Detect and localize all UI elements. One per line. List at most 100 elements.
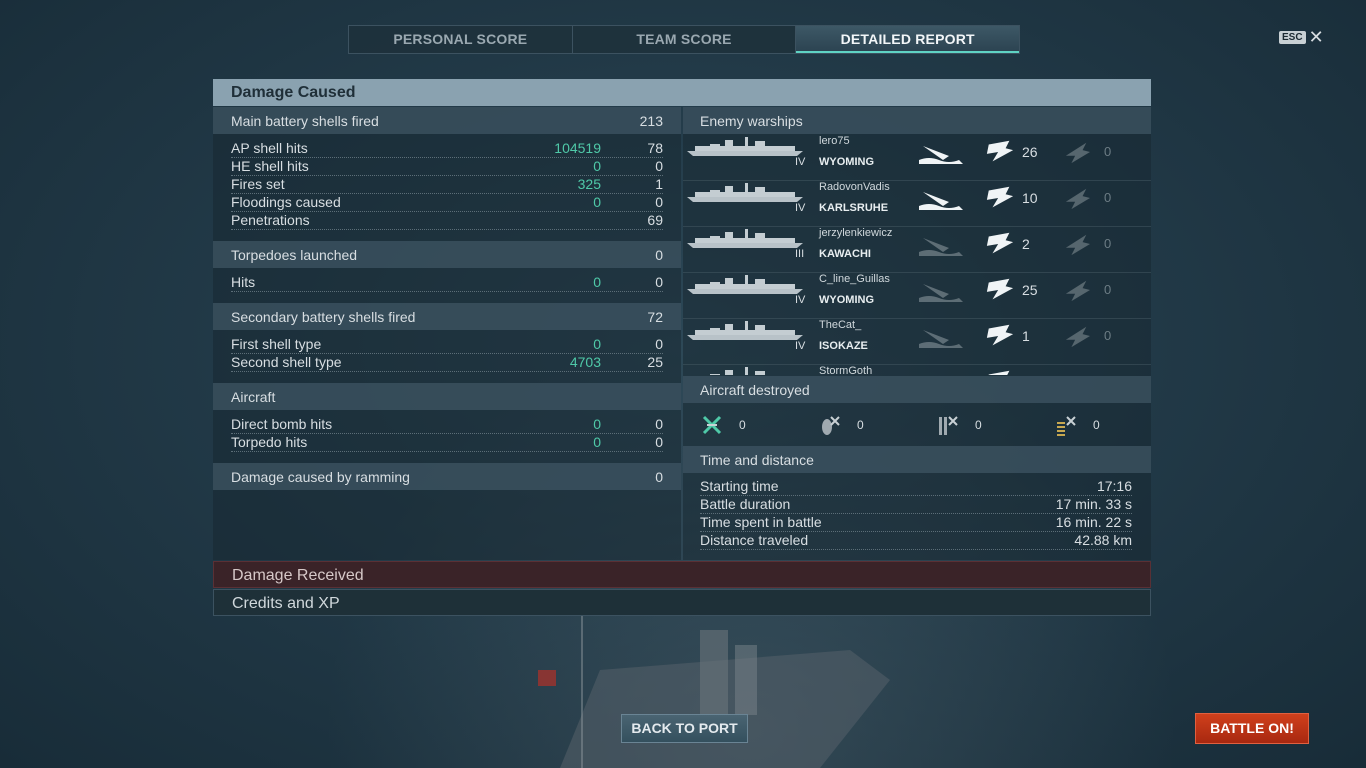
tab-detailed-report[interactable]: DETAILED REPORT	[796, 26, 1020, 53]
stat-label: Hits	[231, 274, 256, 290]
ship-torpedo-hits: 0	[1104, 144, 1112, 159]
tab-team-score[interactable]: TEAM SCORE	[573, 26, 797, 53]
damage-caused-header[interactable]: Damage Caused	[213, 79, 1151, 106]
stat-label: First shell type	[231, 336, 322, 352]
ship-name: WYOMING	[819, 156, 874, 168]
time-value: 17:16	[1096, 478, 1132, 494]
aircraft-counter: 0	[937, 413, 982, 437]
ship-silhouette-icon	[687, 137, 803, 156]
ship-destroyed-icon	[919, 370, 965, 375]
ship-torpedo-hits: 0	[1104, 328, 1112, 343]
stat-label: Penetrations	[231, 212, 310, 228]
hits-icon	[986, 324, 1014, 346]
credits-xp-header[interactable]: Credits and XP	[213, 589, 1151, 616]
torpedo-hits-icon	[1065, 142, 1090, 164]
stat-label: Torpedo hits	[231, 434, 308, 450]
score-tabs: PERSONAL SCORE TEAM SCORE DETAILED REPOR…	[348, 25, 1020, 54]
ship-hits: 1	[1022, 328, 1030, 344]
ship-silhouette-icon	[687, 183, 803, 202]
torpedo-hits-icon	[1065, 280, 1090, 302]
ship-not-destroyed-icon	[919, 284, 963, 302]
ship-silhouette-icon	[687, 229, 803, 248]
time-label: Distance traveled	[700, 532, 809, 548]
battle-on-button[interactable]: BATTLE ON!	[1195, 713, 1309, 744]
time-row: Distance traveled 42.88 km	[700, 531, 1132, 550]
secondary-label: Secondary battery shells fired	[231, 309, 416, 325]
enemy-warships-label: Enemy warships	[700, 113, 803, 129]
stat-value: 0	[655, 194, 663, 210]
enemy-warships-list[interactable]: IV lero75 WYOMING 26 0 IV RadovonVadis K…	[683, 135, 1151, 375]
ship-not-destroyed-icon	[919, 238, 963, 256]
tab-personal-score[interactable]: PERSONAL SCORE	[349, 26, 573, 53]
aircraft-count: 0	[975, 418, 982, 432]
aircraft-count: 0	[739, 418, 746, 432]
time-value: 42.88 km	[1074, 532, 1132, 548]
main-battery-label: Main battery shells fired	[231, 113, 379, 129]
torpedo-hits-icon	[1065, 326, 1090, 348]
stat-damage: 104519	[554, 140, 601, 156]
torpedoes-value: 0	[655, 247, 663, 263]
stat-row: Torpedo hits 0 0	[231, 433, 663, 452]
aircraft-destroyed-label: Aircraft destroyed	[700, 382, 810, 398]
damage-received-header[interactable]: Damage Received	[213, 561, 1151, 588]
time-row: Time spent in battle 16 min. 22 s	[700, 513, 1132, 532]
stat-row: First shell type 0 0	[231, 335, 663, 354]
fighter-icon	[702, 415, 722, 435]
ship-torpedo-hits: 0	[1104, 236, 1112, 251]
ship-hits: 2	[1022, 236, 1030, 252]
secondary-value: 72	[647, 309, 663, 325]
ship-torpedo-hits: 0	[1104, 282, 1112, 297]
main-battery-header: Main battery shells fired 213	[213, 107, 681, 134]
close-button[interactable]: ESC ✕	[1279, 27, 1324, 47]
torpedoes-header: Torpedoes launched 0	[213, 241, 681, 268]
close-icon: ✕	[1308, 27, 1324, 47]
ship-hits: 10	[1022, 190, 1038, 206]
stat-damage: 0	[593, 158, 601, 174]
torpedo-hits-icon	[1065, 234, 1090, 256]
damage-caused-stats: Main battery shells fired 213 AP shell h…	[213, 107, 681, 560]
enemy-ship-row: IV lero75 WYOMING 26 0	[683, 135, 1151, 181]
player-name: lero75	[819, 135, 850, 147]
stat-value: 0	[655, 274, 663, 290]
ship-destroyed-icon	[919, 146, 963, 164]
stat-label: Fires set	[231, 176, 285, 192]
ship-tier: IV	[795, 340, 806, 352]
time-row: Battle duration 17 min. 33 s	[700, 495, 1132, 514]
enemy-ship-row: IV RadovonVadis KARLSRUHE 10 0	[683, 181, 1151, 227]
torpedo-hits-icon	[1065, 188, 1090, 210]
player-name: StormGoth	[819, 365, 873, 375]
back-to-port-button[interactable]: BACK TO PORT	[621, 714, 748, 743]
enemy-warships-header: Enemy warships	[683, 107, 1151, 134]
time-row: Starting time 17:16	[700, 477, 1132, 496]
time-label: Battle duration	[700, 496, 791, 512]
hits-icon	[986, 370, 1014, 375]
ship-destroyed-icon	[919, 192, 963, 210]
ship-silhouette-icon	[687, 321, 803, 340]
stat-value: 1	[655, 176, 663, 192]
stat-label: AP shell hits	[231, 140, 308, 156]
hits-icon	[986, 278, 1014, 300]
stat-label: Floodings caused	[231, 194, 341, 210]
aircraft-counter: 0	[701, 413, 746, 437]
aircraft-destroyed-header: Aircraft destroyed	[683, 376, 1151, 403]
stat-damage: 0	[593, 416, 601, 432]
background-ship-image	[538, 610, 890, 768]
ship-name: KARLSRUHE	[819, 202, 889, 214]
aircraft-label: Aircraft	[231, 389, 276, 405]
aircraft-counter: 0	[1055, 413, 1100, 437]
stat-damage: 0	[593, 336, 601, 352]
ship-tier: IV	[795, 156, 806, 168]
time-distance-label: Time and distance	[700, 452, 814, 468]
stat-value: 25	[647, 354, 663, 370]
time-label: Time spent in battle	[700, 514, 822, 530]
torpedo-bomber-icon	[939, 416, 958, 435]
stat-value: 69	[647, 212, 663, 228]
stat-label: Direct bomb hits	[231, 416, 333, 432]
ship-not-destroyed-icon	[919, 330, 963, 348]
aircraft-header: Aircraft	[213, 383, 681, 410]
enemy-ship-row: IV TheCat_ ISOKAZE 1 0	[683, 319, 1151, 365]
stat-row: AP shell hits 104519 78	[231, 139, 663, 158]
ramming-header: Damage caused by ramming 0	[213, 463, 681, 490]
bomber-icon	[822, 416, 840, 435]
player-name: jerzylenkiewicz	[819, 227, 893, 239]
